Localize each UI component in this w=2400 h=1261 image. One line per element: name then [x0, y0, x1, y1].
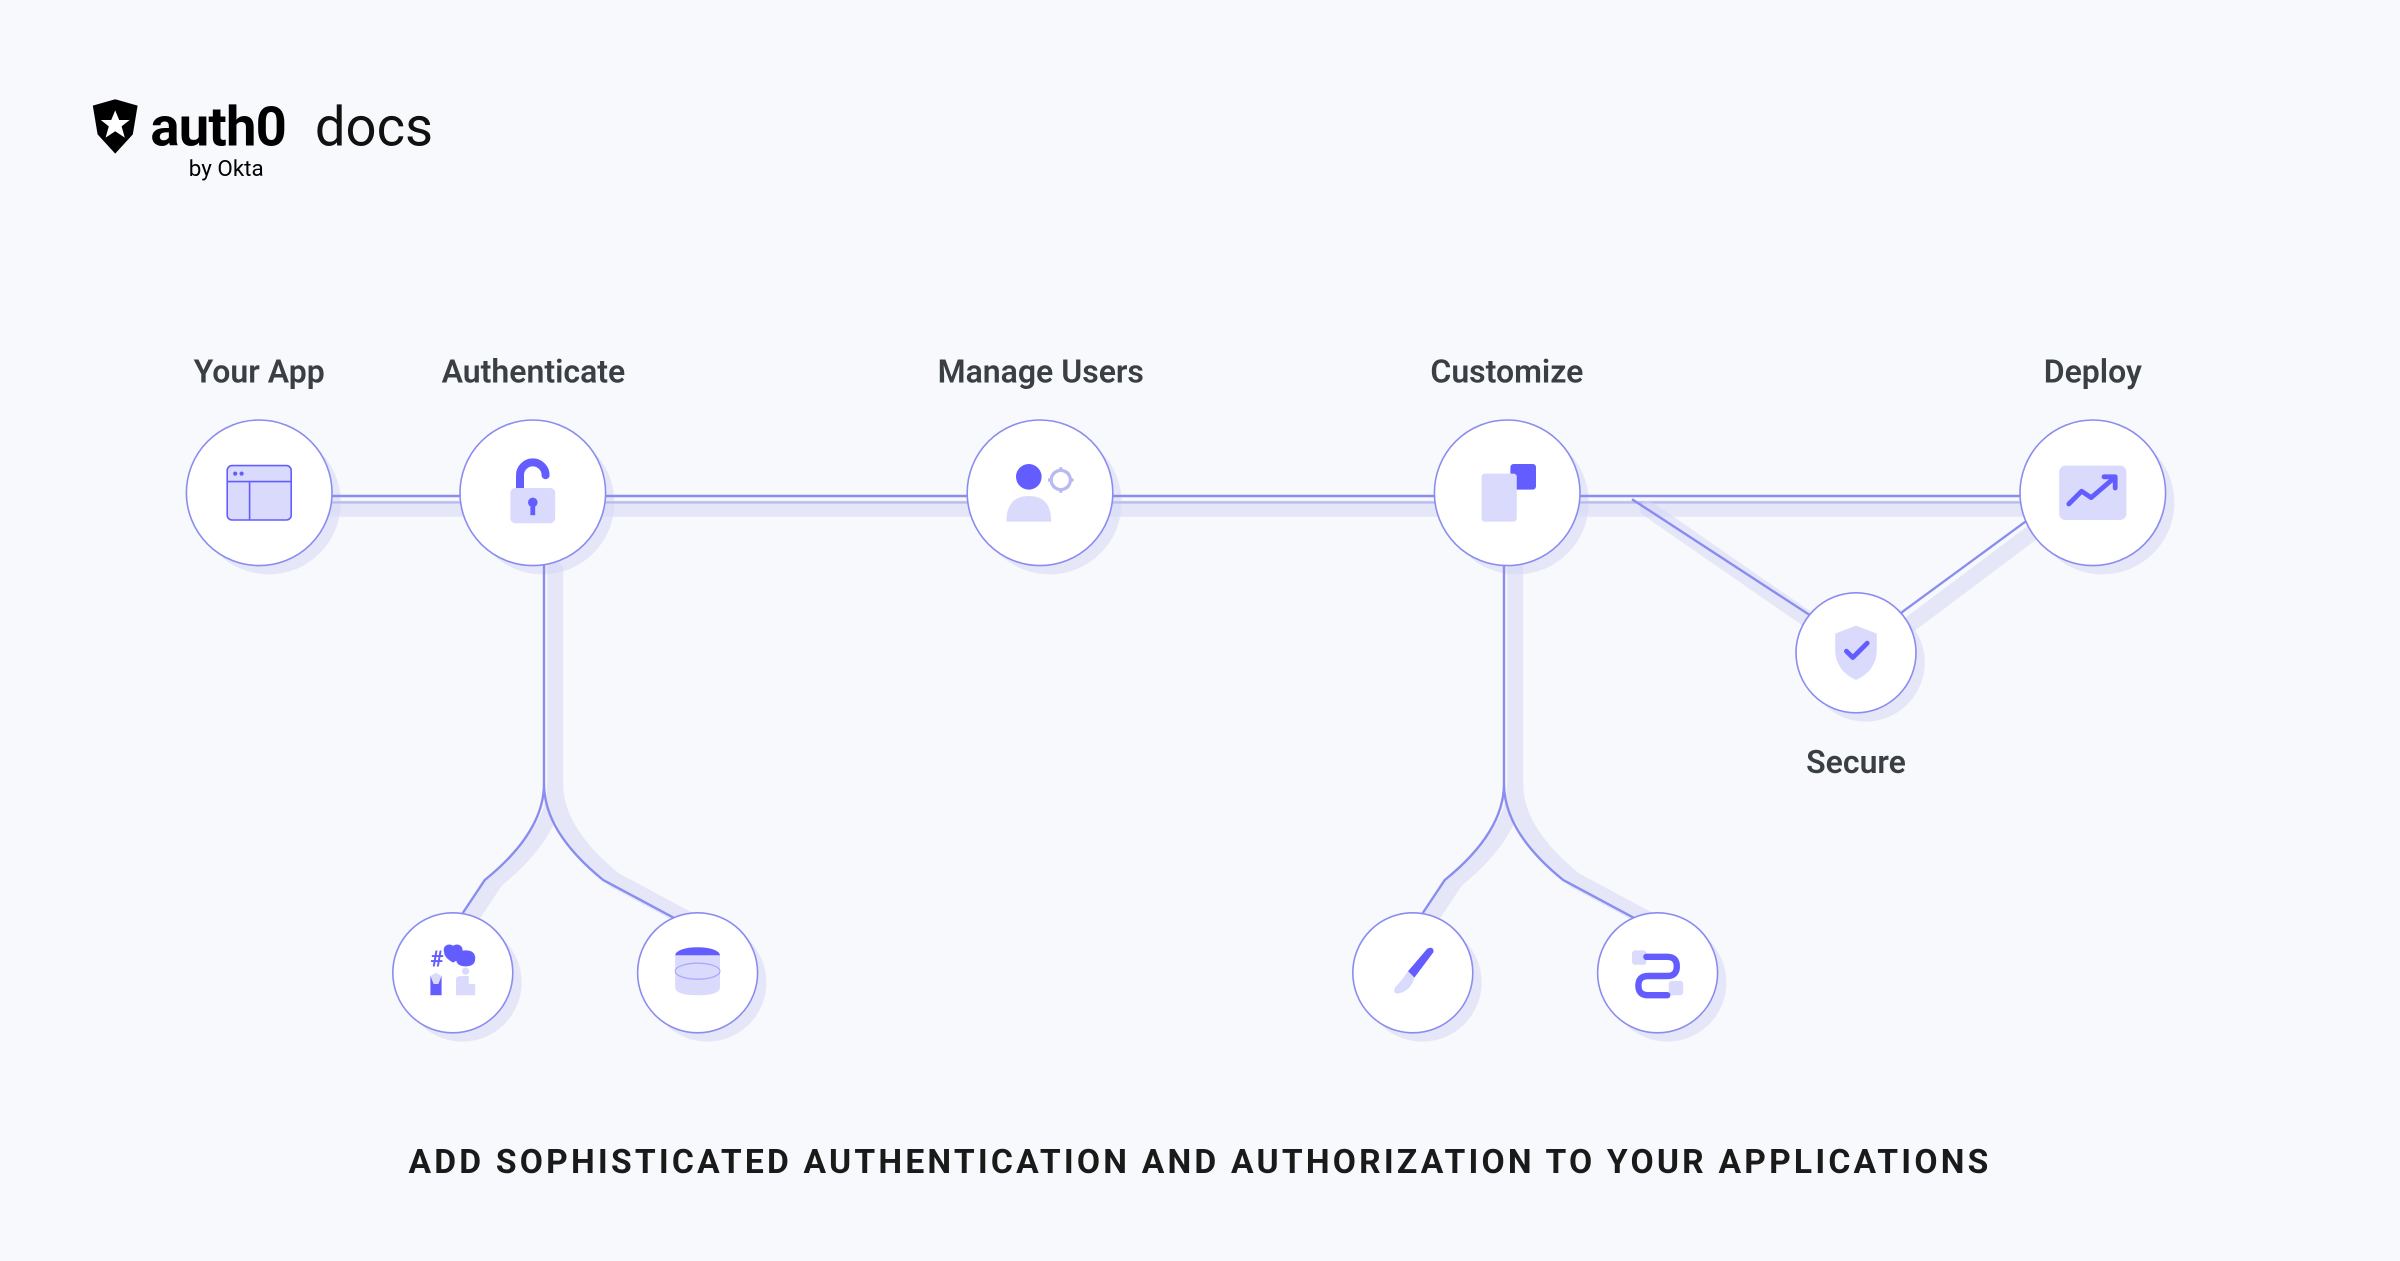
auth0-byline: by Okta — [189, 157, 264, 183]
node-database — [637, 912, 759, 1034]
node-your-app: Your App — [186, 352, 333, 566]
node-brand — [1352, 912, 1474, 1034]
circle-flow — [1597, 912, 1719, 1034]
node-flow — [1597, 912, 1719, 1034]
label-secure: Secure — [1806, 742, 1906, 780]
flow-icon — [1626, 944, 1690, 1002]
label-manage-users: Manage Users — [938, 352, 1144, 390]
circle-manage-users — [967, 419, 1114, 566]
circle-authenticate — [460, 419, 607, 566]
circle-customize — [1433, 419, 1580, 566]
node-deploy: Deploy — [2019, 352, 2166, 566]
node-secure: Secure — [1795, 592, 1917, 781]
svg-text:#: # — [430, 946, 443, 972]
auth0-shield-icon — [90, 99, 141, 157]
circle-brand — [1352, 912, 1474, 1034]
circle-social: # — [392, 912, 514, 1034]
auth0-logo: auth0 by Okta — [90, 96, 286, 182]
node-authenticate: Authenticate — [442, 352, 626, 566]
logo-block: auth0 by Okta docs — [90, 96, 434, 182]
database-icon — [670, 944, 724, 1002]
label-authenticate: Authenticate — [442, 352, 626, 390]
tagline: ADD SOPHISTICATED AUTHENTICATION AND AUT… — [0, 1144, 2400, 1182]
label-your-app: Your App — [194, 352, 325, 390]
shapes-icon — [1472, 458, 1542, 528]
browser-icon — [224, 462, 294, 523]
docs-label: docs — [315, 96, 433, 160]
label-customize: Customize — [1430, 352, 1583, 390]
circle-secure — [1795, 592, 1917, 714]
circle-deploy — [2019, 419, 2166, 566]
node-social: # — [392, 912, 514, 1034]
shield-check-icon — [1829, 622, 1883, 683]
chart-arrow-icon — [2056, 462, 2130, 523]
node-customize: Customize — [1430, 352, 1583, 566]
circle-your-app — [186, 419, 333, 566]
flow-diagram: Your App Authenticate — [160, 320, 2240, 1072]
label-deploy: Deploy — [2044, 352, 2142, 390]
user-gear-icon — [1001, 458, 1081, 528]
paintbrush-icon — [1386, 942, 1440, 1003]
unlock-icon — [501, 456, 565, 530]
auth0-wordmark: auth0 — [150, 96, 286, 160]
social-icons-icon: # — [421, 944, 485, 1002]
node-manage-users: Manage Users — [938, 352, 1144, 566]
circle-database — [637, 912, 759, 1034]
